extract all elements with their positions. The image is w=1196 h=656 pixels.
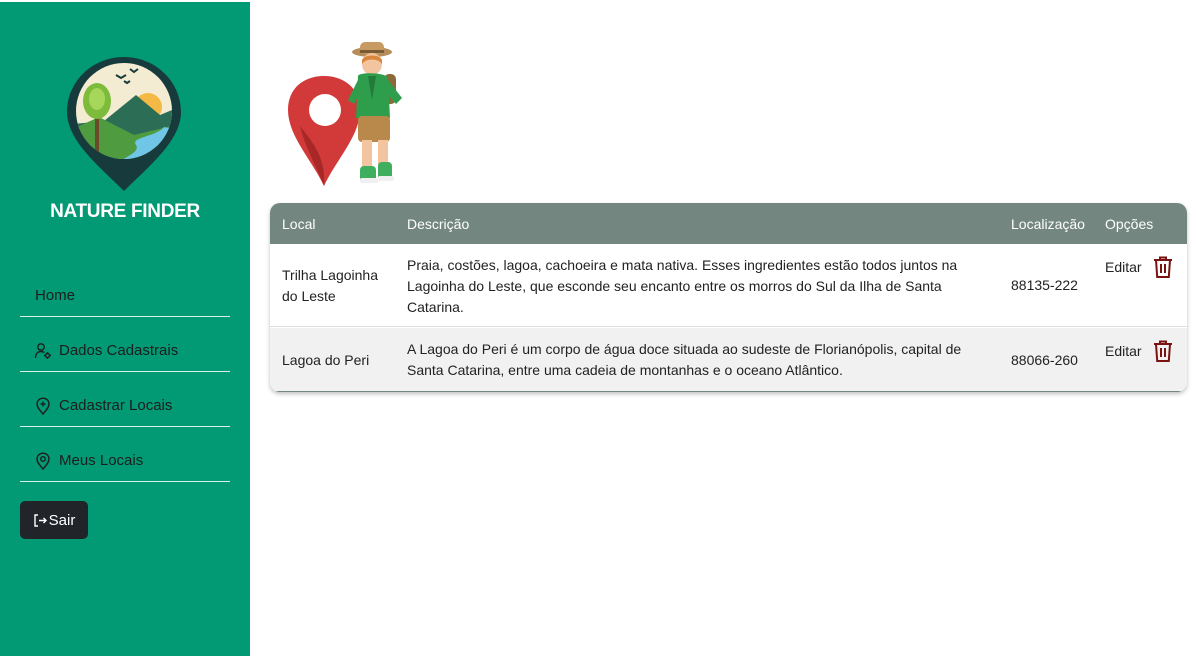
user-gear-icon xyxy=(34,342,52,360)
cell-local: Trilha Lagoinha do Leste xyxy=(282,267,378,304)
logout-button[interactable]: Sair xyxy=(20,501,88,539)
sidebar-item-label: Home xyxy=(35,287,76,304)
trash-icon[interactable] xyxy=(1152,339,1174,363)
sidebar-item-label: Meus Locais xyxy=(59,452,144,469)
cell-localizacao: 88135-222 xyxy=(1011,277,1078,293)
app-root: NATURE FINDER Home Dados Cadastrais Cada… xyxy=(0,0,1196,656)
table-row: Lagoa do Peri A Lagoa do Peri é um corpo… xyxy=(270,328,1187,392)
sidebar-item-home[interactable]: Home xyxy=(20,275,230,317)
explorer-pin-illustration xyxy=(284,40,408,190)
sidebar-item-meus-locais[interactable]: Meus Locais xyxy=(20,440,230,482)
edit-button[interactable]: Editar xyxy=(1105,343,1142,359)
sidebar-item-cadastrar-locais[interactable]: Cadastrar Locais xyxy=(20,385,230,427)
sidebar: NATURE FINDER Home Dados Cadastrais Cada… xyxy=(0,2,250,656)
sidebar-item-dados-cadastrais[interactable]: Dados Cadastrais xyxy=(20,330,230,372)
location-pin-icon xyxy=(34,451,52,470)
sidebar-item-label: Cadastrar Locais xyxy=(59,397,173,414)
column-header-localizacao: Localização xyxy=(1011,216,1085,232)
logout-label: Sair xyxy=(48,511,76,529)
logout-icon xyxy=(33,513,48,528)
cell-local: Lagoa do Peri xyxy=(282,352,370,368)
table-header: Local Descrição Localização Opções xyxy=(270,203,1187,244)
table-row: Trilha Lagoinha do Leste Praia, costões,… xyxy=(270,244,1187,327)
brand-title: NATURE FINDER xyxy=(50,201,200,222)
sidebar-item-label: Dados Cadastrais xyxy=(59,342,179,359)
column-header-local: Local xyxy=(282,216,316,232)
locations-table: Local Descrição Localização Opções Trilh… xyxy=(270,203,1187,392)
nature-finder-logo xyxy=(64,55,184,193)
add-location-icon xyxy=(34,396,52,415)
column-header-opcoes: Opções xyxy=(1105,216,1154,232)
column-header-descricao: Descrição xyxy=(407,216,470,232)
cell-localizacao: 88066-260 xyxy=(1011,352,1078,368)
cell-descricao: Praia, costões, lagoa, cachoeira e mata … xyxy=(407,257,958,315)
edit-button[interactable]: Editar xyxy=(1105,259,1142,275)
cell-descricao: A Lagoa do Peri é um corpo de água doce … xyxy=(407,341,962,378)
trash-icon[interactable] xyxy=(1152,255,1174,279)
